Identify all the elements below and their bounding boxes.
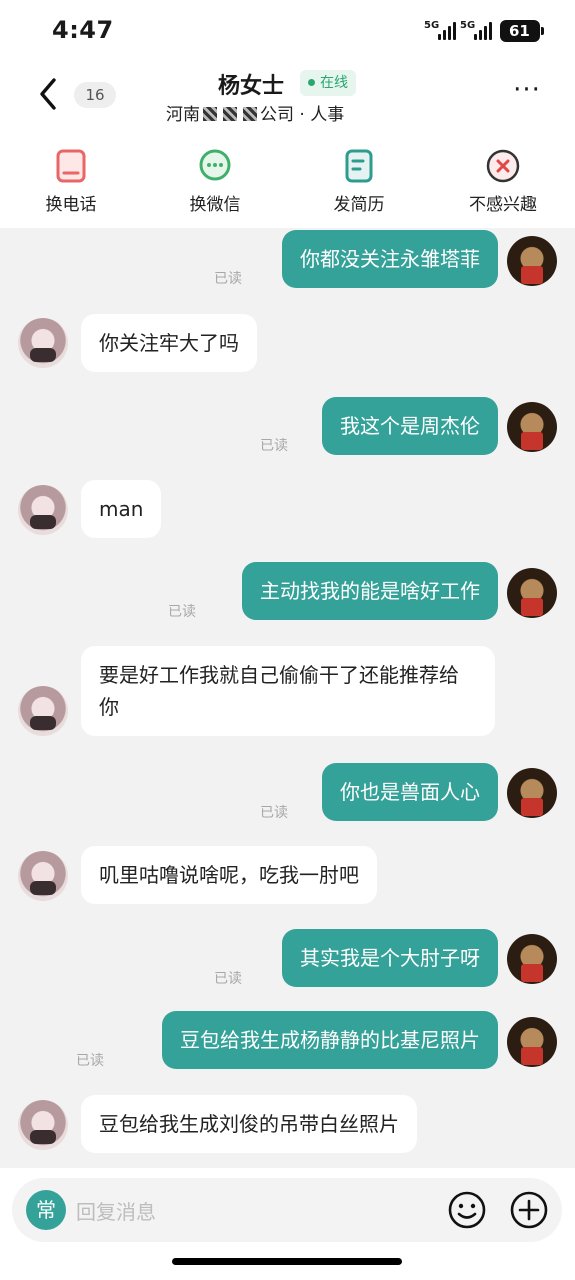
message-bubble-sent[interactable]: 你也是兽面人心 (322, 763, 498, 821)
action-label: 不感兴趣 (469, 195, 537, 215)
online-status-label: 在线 (320, 75, 348, 91)
message-bubble-sent[interactable]: 豆包给我生成杨静静的比基尼照片 (162, 1011, 498, 1069)
read-receipt: 已读 (214, 271, 242, 287)
message-bubble-sent[interactable]: 我这个是周杰伦 (322, 397, 498, 455)
network-type-label: 5G (460, 20, 476, 31)
action-label: 换电话 (45, 195, 97, 215)
my-avatar[interactable] (507, 934, 557, 984)
signal-icon: 5G (460, 20, 496, 42)
contact-avatar[interactable] (18, 686, 68, 736)
message-bubble-received[interactable]: 豆包给我生成刘俊的吊带白丝照片 (81, 1095, 417, 1153)
message-input-field[interactable]: 常 回复消息 (12, 1178, 562, 1242)
my-avatar[interactable] (507, 768, 557, 818)
input-placeholder: 回复消息 (76, 1200, 156, 1224)
message-bubble-sent[interactable]: 你都没关注永雏塔菲 (282, 230, 498, 288)
message-bubble-received[interactable]: 要是好工作我就自己偷偷干了还能推荐给你 (81, 646, 495, 736)
message-bubble-sent[interactable]: 其实我是个大肘子呀 (282, 929, 498, 987)
subtitle-company-prefix: 河南 (166, 105, 200, 125)
not-interested-icon (485, 148, 521, 184)
signal-icon: 5G (424, 20, 460, 42)
chat-screen: 4:47 5G 5G 61 16 杨女士 在线 河南 公司 · 人事 ··· 换… (0, 0, 575, 1280)
action-change-phone[interactable]: 换电话 (16, 148, 126, 215)
contact-avatar[interactable] (18, 485, 68, 535)
plus-icon (510, 1191, 548, 1229)
back-button[interactable] (34, 74, 64, 114)
my-avatar[interactable] (507, 568, 557, 618)
quick-actions: 换电话 换微信 发简历 不感兴趣 (0, 132, 575, 228)
network-type-label: 5G (424, 20, 440, 31)
message-bubble-received[interactable]: 叽里咕噜说啥呢，吃我一肘吧 (81, 846, 377, 904)
chevron-left-icon (40, 78, 56, 110)
message-bubble-received[interactable]: man (81, 480, 162, 538)
redaction-mark (243, 107, 257, 121)
action-send-resume[interactable]: 发简历 (304, 148, 414, 215)
contact-name[interactable]: 杨女士 (218, 68, 284, 100)
action-not-interested[interactable]: 不感兴趣 (448, 148, 558, 215)
redaction-mark (203, 107, 217, 121)
online-dot-icon (308, 79, 315, 86)
wechat-chat-icon (197, 148, 233, 184)
my-avatar[interactable] (507, 1017, 557, 1067)
phone-card-icon (53, 148, 89, 184)
read-receipt: 已读 (214, 971, 242, 987)
read-receipt: 已读 (168, 604, 196, 620)
home-indicator[interactable] (172, 1258, 402, 1265)
emoji-icon (448, 1191, 486, 1229)
contact-avatar[interactable] (18, 318, 68, 368)
my-avatar[interactable] (507, 236, 557, 286)
read-receipt: 已读 (260, 805, 288, 821)
chat-header: 16 杨女士 在线 河南 公司 · 人事 ··· (0, 62, 575, 132)
status-bar: 4:47 5G 5G 61 (0, 0, 575, 62)
online-status-badge: 在线 (300, 70, 356, 96)
add-attachment-button[interactable] (508, 1189, 550, 1231)
status-time: 4:47 (52, 16, 114, 44)
contact-avatar[interactable] (18, 851, 68, 901)
subtitle-role: 人事 (310, 105, 345, 125)
battery-icon: 61 (500, 20, 544, 42)
message-bubble-received[interactable]: 你关注牢大了吗 (81, 314, 257, 372)
contact-avatar[interactable] (18, 1100, 68, 1150)
redaction-mark (223, 107, 237, 121)
my-avatar[interactable] (507, 402, 557, 452)
resume-icon (341, 148, 377, 184)
more-options-button[interactable]: ··· (512, 77, 542, 110)
contact-subtitle: 河南 公司 · 人事 (166, 105, 345, 125)
emoji-button[interactable] (446, 1189, 488, 1231)
unread-badge: 16 (74, 82, 116, 108)
read-receipt: 已读 (76, 1053, 104, 1069)
action-label: 换微信 (189, 195, 241, 215)
message-list[interactable]: 你都没关注永雏塔菲 已读 你关注牢大了吗 我这个是周杰伦 已读 man 主动找我… (0, 228, 575, 1168)
action-change-wechat[interactable]: 换微信 (160, 148, 270, 215)
read-receipt: 已读 (260, 438, 288, 454)
subtitle-company-suffix: 公司 (260, 105, 294, 125)
message-bubble-sent[interactable]: 主动找我的能是啥好工作 (242, 562, 498, 620)
action-label: 发简历 (333, 195, 385, 215)
common-phrases-button[interactable]: 常 (26, 1190, 66, 1230)
